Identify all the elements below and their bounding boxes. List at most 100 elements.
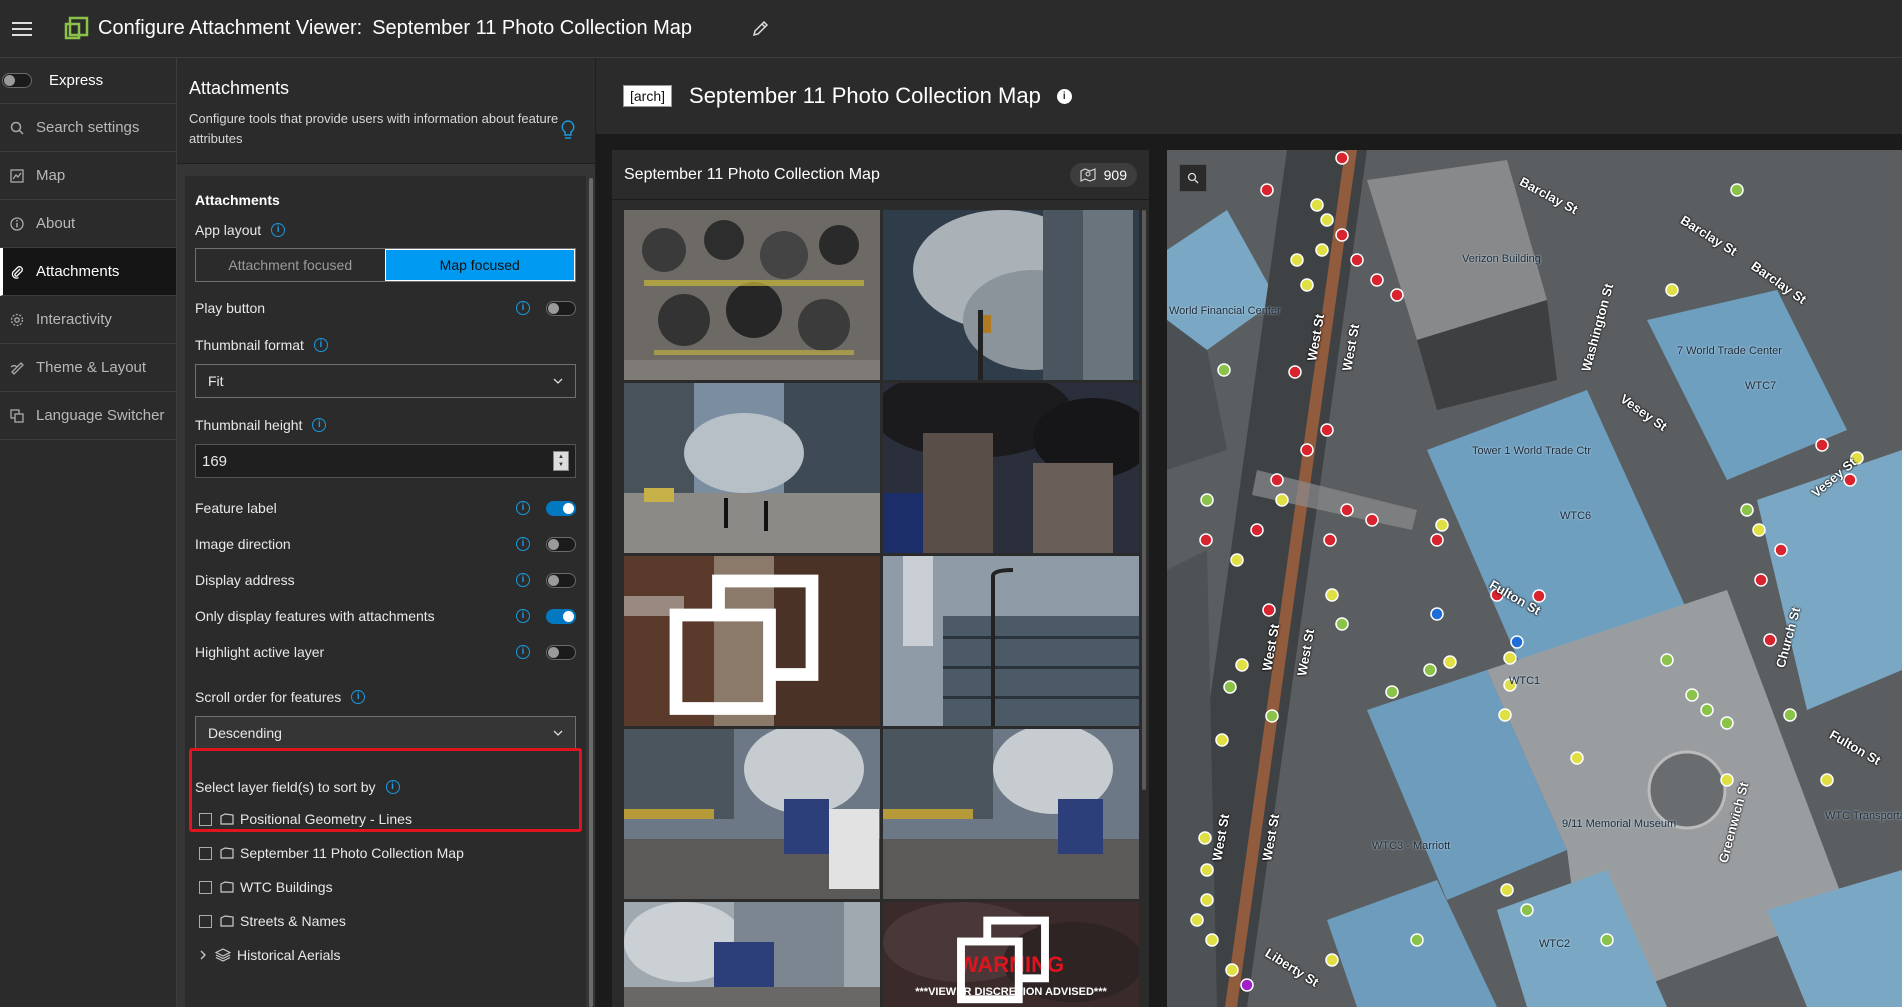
photo-firefighters [624,210,880,380]
preview-area: [arch] September 11 Photo Collection Map… [596,58,1902,1007]
info-icon[interactable]: i [271,223,286,237]
scroll-order-row: Scroll order for features i [185,682,586,712]
nav-attachments[interactable]: Attachments [0,248,176,296]
chevron-down-icon [553,378,563,384]
lightbulb-icon[interactable] [561,120,575,140]
feature-label-label: Feature label [195,500,277,516]
image-direction-switch[interactable] [546,536,576,552]
attachments-block: Attachments App layout i Attachment focu… [185,176,586,1007]
info-icon[interactable]: i [516,301,530,315]
thumbnail-building-streetlight[interactable] [883,556,1139,726]
map-building-label: WTC2 [1539,938,1571,950]
number-stepper[interactable]: ▲ ▼ [553,451,569,471]
layer-checkbox[interactable] [199,914,212,928]
express-toggle-row[interactable]: Express [0,58,176,104]
preview-title: September 11 Photo Collection Map [689,83,1041,108]
layer-label: Streets & Names [240,913,346,929]
thumbnail-warning[interactable]: WARNING ***VIEWER DISCRETION ADVISED*** [883,902,1139,1007]
aerial-imagery [1167,150,1902,1007]
info-icon[interactable]: i [516,609,530,623]
scroll-order-value: Descending [208,725,282,741]
top-bar: Configure Attachment Viewer: September 1… [0,0,1902,58]
thumbnail-debris-truck[interactable] [624,729,880,899]
info-icon[interactable]: i [312,418,327,432]
app-layout-segmented: Attachment focused Map focused [195,248,576,282]
layer-group-label: Historical Aerials [237,947,341,963]
nav-about-label: About [36,215,76,232]
play-button-switch[interactable] [546,300,576,316]
layer-icon [220,915,234,927]
thumbnail-street-debris[interactable] [624,383,880,553]
thumbnail-narrow-street[interactable] [624,556,880,726]
nav-theme-layout[interactable]: Theme & Layout [0,344,176,392]
map-building-label: 7 World Trade Center [1677,345,1782,357]
attachment-focused-option[interactable]: Attachment focused [196,249,385,281]
display-address-switch[interactable] [546,572,576,588]
feature-count-badge: 909 [1069,162,1137,187]
nav-language-switcher-label: Language Switcher [36,407,165,424]
nav-map[interactable]: Map [0,152,176,200]
attachment-gallery: September 11 Photo Collection Map 909 WA… [612,150,1149,1007]
layer-checkbox[interactable] [199,880,212,894]
settings-title: Attachments [189,78,290,98]
info-icon[interactable]: i [516,537,530,551]
thumbnail-wtc-truck[interactable] [624,902,880,1007]
info-icon[interactable]: i [1056,88,1072,104]
thumbnail-format-select[interactable]: Fit [195,364,576,398]
info-icon [10,216,24,231]
nav-language-switcher[interactable]: Language Switcher [0,392,176,440]
settings-nav: Express Search settings Map About Attach… [0,58,177,1007]
paperclip-icon [11,265,23,279]
layer-label: September 11 Photo Collection Map [240,845,464,861]
nav-interactivity[interactable]: Interactivity [0,296,176,344]
thumbnail-smoke-tower[interactable] [883,210,1139,380]
thumbnail-debris-street[interactable] [883,729,1139,899]
layer-group[interactable]: Historical Aerials [185,938,586,972]
layer-item[interactable]: September 11 Photo Collection Map [185,836,586,870]
chevron-right-icon[interactable] [199,950,207,960]
map-search-button[interactable] [1179,164,1207,192]
thumbnail-firefighters[interactable] [624,210,880,380]
layer-checkbox[interactable] [199,846,212,860]
gallery-scrollbar[interactable] [1142,210,1146,790]
map-focused-option[interactable]: Map focused [384,249,575,281]
info-icon[interactable]: i [516,645,530,659]
map-pin-icon [1080,167,1096,182]
express-switch[interactable] [2,73,32,88]
info-icon[interactable]: i [313,338,328,352]
multiple-images-icon [669,574,819,715]
thumbnail-height-input[interactable]: 169 ▲ ▼ [195,444,576,478]
scroll-order-select[interactable]: Descending [195,716,576,750]
thumbnail-format-value: Fit [208,373,224,389]
map-title-field[interactable]: September 11 Photo Collection Map [372,17,750,40]
nav-search-settings[interactable]: Search settings [0,104,176,152]
settings-scrollbar[interactable] [589,178,593,1007]
multiple-images-icon [957,916,1049,1004]
pencil-icon[interactable] [750,19,770,39]
only-display-row: Only display features with attachments i [185,598,586,634]
thumbnail-burning-towers[interactable] [883,383,1139,553]
nav-interactivity-label: Interactivity [36,311,112,328]
map-building-label: 9/11 Memorial Museum [1562,818,1677,830]
menu-icon[interactable] [0,0,44,58]
panel-title: Attachments [195,192,280,208]
feature-label-switch[interactable] [546,500,576,516]
map-building-label: Verizon Building [1462,253,1541,265]
map-building-label: WTC3 - Marriott [1372,840,1451,852]
info-icon[interactable]: i [351,690,366,704]
info-icon[interactable]: i [516,573,530,587]
layer-item[interactable]: Streets & Names [185,904,586,938]
nav-about[interactable]: About [0,200,176,248]
photo-building-streetlight [883,556,1139,726]
app-title: Configure Attachment Viewer: [98,17,363,39]
gear-icon [10,313,24,326]
map-view[interactable]: Barclay St Barclay St Barclay St West St… [1167,150,1902,1007]
highlight-layer-switch[interactable] [546,644,576,660]
info-icon[interactable]: i [516,501,530,515]
play-button-label: Play button [195,300,266,316]
settings-panel: Attachments Configure tools that provide… [177,58,596,1007]
layer-item[interactable]: WTC Buildings [185,870,586,904]
gallery-header: September 11 Photo Collection Map 909 [612,150,1149,200]
only-display-switch[interactable] [546,608,576,624]
layers-icon [215,948,231,962]
